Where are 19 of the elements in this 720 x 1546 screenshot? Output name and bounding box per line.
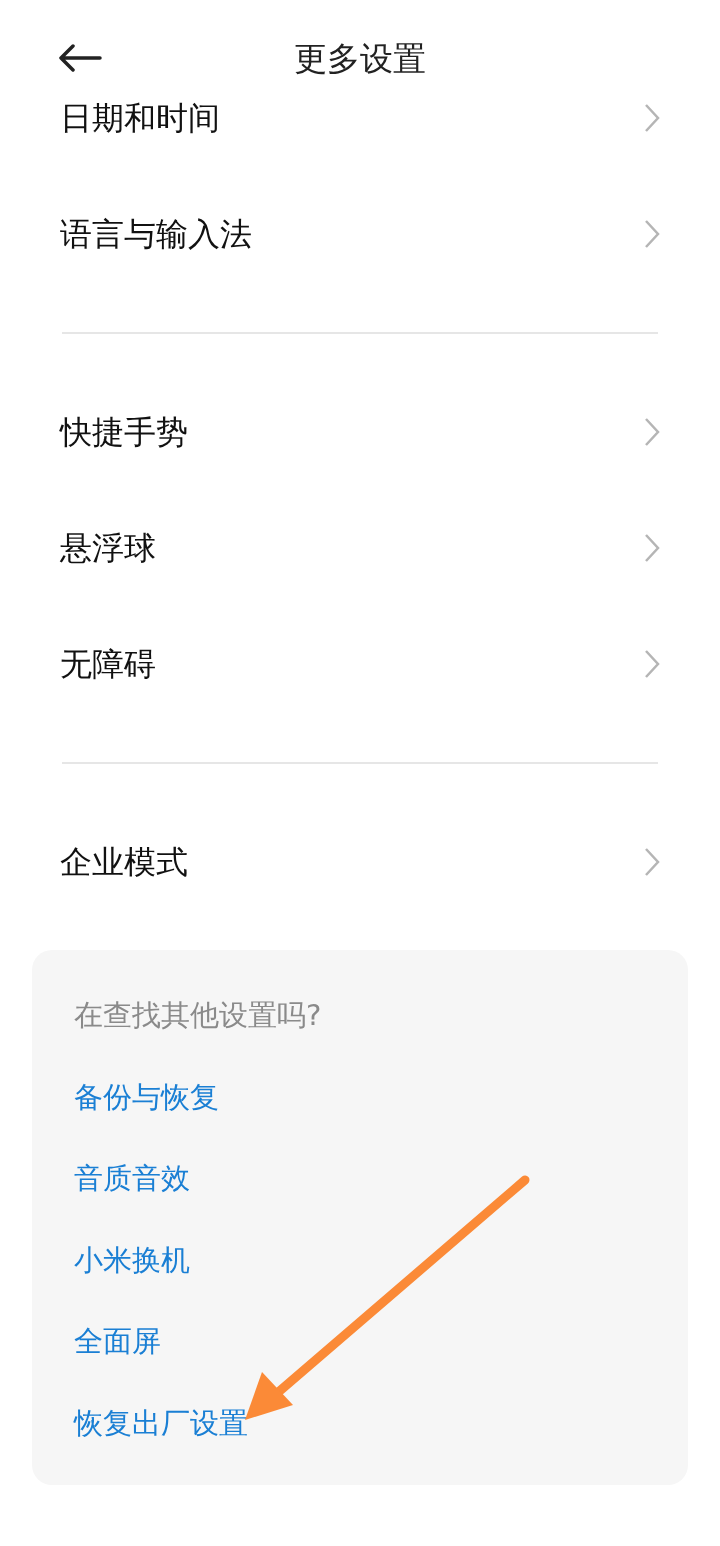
suggestion-link[interactable]: 恢复出厂设置 xyxy=(74,1401,248,1445)
settings-item[interactable]: 快捷手势 xyxy=(0,374,720,490)
chevron-right-icon xyxy=(644,533,660,563)
settings-item[interactable]: 无障碍 xyxy=(0,606,720,722)
chevron-right-icon xyxy=(644,417,660,447)
chevron-right-icon xyxy=(644,649,660,679)
chevron-right-icon xyxy=(644,219,660,249)
chevron-right-icon xyxy=(644,847,660,877)
suggestion-link[interactable]: 小米换机 xyxy=(74,1238,190,1282)
settings-item[interactable]: 企业模式 xyxy=(0,804,720,920)
page-title: 更多设置 xyxy=(294,38,426,80)
settings-item[interactable]: 语言与输入法 xyxy=(0,176,720,292)
suggestion-question: 在查找其他设置吗? xyxy=(74,997,323,1034)
chevron-right-icon xyxy=(644,103,660,133)
suggestion-link[interactable]: 全面屏 xyxy=(74,1320,161,1364)
settings-item[interactable]: 悬浮球 xyxy=(0,490,720,606)
suggestion-link[interactable]: 音质音效 xyxy=(74,1157,190,1201)
back-icon[interactable] xyxy=(58,44,102,72)
suggestion-link[interactable]: 备份与恢复 xyxy=(74,1075,219,1119)
